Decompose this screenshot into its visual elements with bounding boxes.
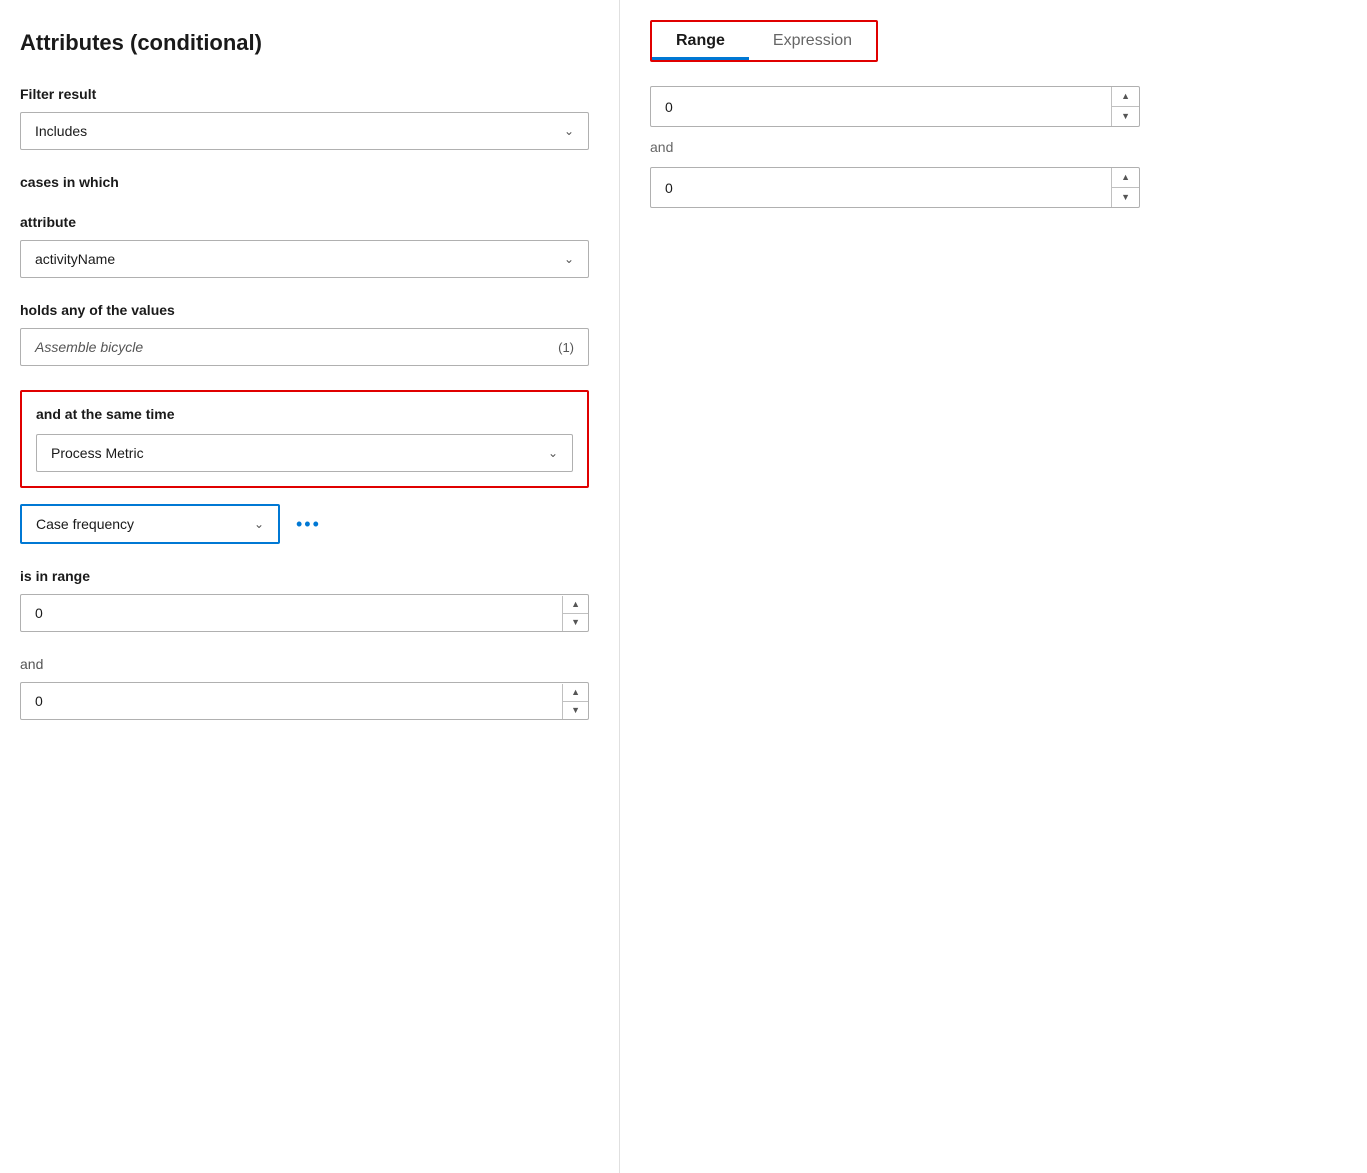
left-panel: Attributes (conditional) Filter result I… <box>0 0 620 1173</box>
process-metric-dropdown[interactable]: Process Metric ⌄ <box>36 434 573 472</box>
attribute-value: activityName <box>35 251 115 267</box>
process-metric-value: Process Metric <box>51 445 144 461</box>
attribute-group: attribute activityName ⌄ <box>20 214 589 278</box>
chevron-down-icon: ⌄ <box>548 446 558 460</box>
holds-values-label: holds any of the values <box>20 302 589 318</box>
right-spinner-down-2[interactable]: ▼ <box>1112 188 1139 207</box>
holds-values-group: holds any of the values Assemble bicycle… <box>20 302 589 366</box>
holds-values-count: (1) <box>558 340 574 355</box>
range-value-2: 0 <box>21 683 562 719</box>
title-group: Attributes (conditional) <box>20 30 589 56</box>
range-value-1: 0 <box>21 595 562 631</box>
is-in-range-label: is in range <box>20 568 589 584</box>
filter-result-value: Includes <box>35 123 87 139</box>
tab-expression[interactable]: Expression <box>749 22 876 60</box>
more-options-button[interactable]: ••• <box>290 510 327 539</box>
range-input-1[interactable]: 0 ▲ ▼ <box>20 594 589 632</box>
tab-range[interactable]: Range <box>652 22 749 60</box>
range-input-2[interactable]: 0 ▲ ▼ <box>20 682 589 720</box>
tabs-container: Range Expression <box>650 20 878 62</box>
right-panel: Range Expression 0 ▲ ▼ and 0 ▲ ▼ <box>620 0 1367 1173</box>
same-time-section: and at the same time Process Metric ⌄ <box>20 390 589 488</box>
case-frequency-value: Case frequency <box>36 516 134 532</box>
right-spinner-arrows-2: ▲ ▼ <box>1111 168 1139 207</box>
right-range-value-1: 0 <box>651 89 1111 125</box>
right-range-input-1[interactable]: 0 ▲ ▼ <box>650 86 1140 127</box>
filter-result-group: Filter result Includes ⌄ <box>20 86 589 150</box>
right-spinner-down-1[interactable]: ▼ <box>1112 107 1139 126</box>
spinner-up-1[interactable]: ▲ <box>563 596 588 614</box>
right-range-value-2: 0 <box>651 170 1111 206</box>
range-group-2: 0 ▲ ▼ <box>20 682 589 720</box>
spinner-arrows-1: ▲ ▼ <box>562 596 588 631</box>
attribute-label: attribute <box>20 214 589 230</box>
case-frequency-row: Case frequency ⌄ ••• <box>20 504 589 544</box>
right-spinner-arrows-1: ▲ ▼ <box>1111 87 1139 126</box>
spinner-up-2[interactable]: ▲ <box>563 684 588 702</box>
same-time-label: and at the same time <box>36 406 573 422</box>
cases-in-which-label: cases in which <box>20 174 589 190</box>
cases-in-which-group: cases in which <box>20 174 589 190</box>
and-label-left: and <box>20 656 589 672</box>
chevron-down-icon: ⌄ <box>564 252 574 266</box>
chevron-down-icon: ⌄ <box>254 517 264 531</box>
right-spinner-up-1[interactable]: ▲ <box>1112 87 1139 107</box>
holds-values-display[interactable]: Assemble bicycle (1) <box>20 328 589 366</box>
spinner-down-2[interactable]: ▼ <box>563 702 588 719</box>
spinner-down-1[interactable]: ▼ <box>563 614 588 631</box>
is-in-range-group: is in range 0 ▲ ▼ <box>20 568 589 632</box>
page-title: Attributes (conditional) <box>20 30 589 56</box>
case-frequency-dropdown[interactable]: Case frequency ⌄ <box>20 504 280 544</box>
filter-result-dropdown[interactable]: Includes ⌄ <box>20 112 589 150</box>
right-spinner-up-2[interactable]: ▲ <box>1112 168 1139 188</box>
and-label-right: and <box>650 139 1337 155</box>
attribute-dropdown[interactable]: activityName ⌄ <box>20 240 589 278</box>
holds-values-text: Assemble bicycle <box>35 339 143 355</box>
filter-result-label: Filter result <box>20 86 589 102</box>
right-range-input-2[interactable]: 0 ▲ ▼ <box>650 167 1140 208</box>
spinner-arrows-2: ▲ ▼ <box>562 684 588 719</box>
chevron-down-icon: ⌄ <box>564 124 574 138</box>
